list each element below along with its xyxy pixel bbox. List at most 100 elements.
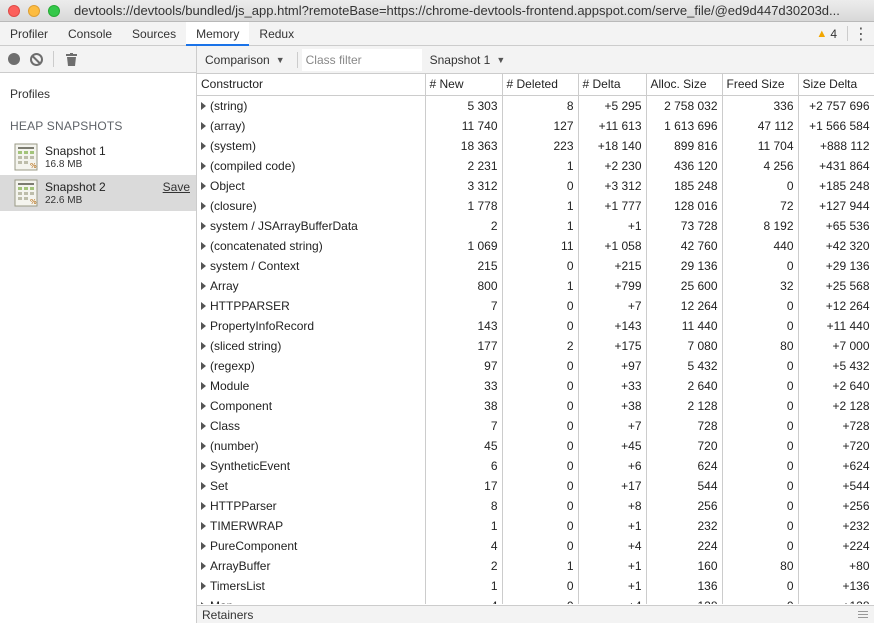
- expand-triangle-icon[interactable]: [201, 421, 206, 430]
- table-row[interactable]: TimersList 1 0 +1 136 0 +136: [197, 575, 874, 596]
- expand-triangle-icon[interactable]: [201, 581, 206, 590]
- tab-console[interactable]: Console: [58, 22, 122, 45]
- table-row[interactable]: HTTPPARSER 7 0 +7 12 264 0 +12 264: [197, 295, 874, 316]
- snapshot-item-selected[interactable]: % Snapshot 2 22.6 MB Save: [0, 175, 196, 211]
- expand-triangle-icon[interactable]: [201, 141, 206, 150]
- constructor-name: (sliced string): [210, 338, 282, 353]
- column-header-size-delta[interactable]: Size Delta: [798, 74, 874, 96]
- constructor-name: system / JSArrayBufferData: [210, 218, 358, 233]
- column-header-deleted[interactable]: # Deleted: [502, 74, 579, 96]
- column-header-delta[interactable]: # Delta: [578, 74, 647, 96]
- delta-cell: +8: [578, 495, 647, 516]
- expand-triangle-icon[interactable]: [201, 341, 206, 350]
- tab-memory[interactable]: Memory: [186, 22, 250, 46]
- base-snapshot-select[interactable]: Snapshot 1 ▼: [422, 53, 514, 67]
- table-row[interactable]: PureComponent 4 0 +4 224 0 +224: [197, 535, 874, 556]
- table-row[interactable]: system / JSArrayBufferData 2 1 +1 73 728 8 19…: [197, 215, 874, 236]
- constructor-name: Component: [210, 398, 273, 413]
- expand-triangle-icon[interactable]: [201, 301, 206, 310]
- close-window-button[interactable]: [8, 4, 20, 17]
- table-row[interactable]: Array 800 1 +799 25 600 32 +25 568: [197, 275, 874, 296]
- table-row[interactable]: system / Context 215 0 +215 29 136 0 +29 136: [197, 255, 874, 276]
- alloc-size-cell: 185 248: [646, 175, 723, 196]
- expand-triangle-icon[interactable]: [201, 521, 206, 530]
- expand-triangle-icon[interactable]: [201, 261, 206, 270]
- table-row[interactable]: SyntheticEvent 6 0 +6 624 0 +624: [197, 455, 874, 476]
- minimize-window-button[interactable]: [28, 4, 40, 17]
- table-row[interactable]: Object 3 312 0 +3 312 185 248 0 +185 248: [197, 175, 874, 196]
- expand-triangle-icon[interactable]: [201, 461, 206, 470]
- table-row[interactable]: Map40+41280+128: [197, 595, 874, 604]
- table-row[interactable]: ArrayBuffer 2 1 +1 160 80 +80: [197, 555, 874, 576]
- expand-triangle-icon[interactable]: [201, 361, 206, 370]
- table-row[interactable]: HTTPParser 8 0 +8 256 0 +256: [197, 495, 874, 516]
- save-snapshot-link[interactable]: Save: [163, 180, 190, 194]
- table-row[interactable]: (regexp) 97 0 +97 5 432 0 +5 432: [197, 355, 874, 376]
- table-row[interactable]: Class 7 0 +7 728 0 +728: [197, 415, 874, 436]
- zoom-window-button[interactable]: [48, 4, 60, 17]
- table-row[interactable]: PropertyInfoRecord 143 0 +143 11 440 0 +11 440: [197, 315, 874, 336]
- expand-triangle-icon[interactable]: [201, 561, 206, 570]
- view-mode-select[interactable]: Comparison ▼: [197, 53, 293, 67]
- expand-triangle-icon[interactable]: [201, 381, 206, 390]
- expand-triangle-icon[interactable]: [201, 121, 206, 130]
- table-row[interactable]: Module 33 0 +33 2 640 0 +2 640: [197, 375, 874, 396]
- profiles-toolbar: [0, 46, 196, 73]
- expand-triangle-icon[interactable]: [201, 501, 206, 510]
- table-row[interactable]: (closure) 1 778 1 +1 777 128 016 72 +127 944: [197, 195, 874, 216]
- constructor-cell: ArrayBuffer: [197, 555, 426, 576]
- constructor-cell: Array: [197, 275, 426, 296]
- class-filter-input[interactable]: [301, 48, 422, 71]
- column-header-constructor[interactable]: Constructor: [197, 74, 426, 96]
- resize-grip-icon[interactable]: [858, 611, 868, 618]
- column-header-alloc-size[interactable]: Alloc. Size: [646, 74, 723, 96]
- deleted-cell: 0: [502, 515, 579, 536]
- expand-triangle-icon[interactable]: [201, 181, 206, 190]
- constructor-cell: HTTPParser: [197, 495, 426, 516]
- column-header-freed-size[interactable]: Freed Size: [722, 74, 799, 96]
- retainers-panel-header[interactable]: Retainers: [197, 605, 874, 623]
- tab-redux[interactable]: Redux: [249, 22, 304, 45]
- alloc-size-cell: 2 128: [646, 395, 723, 416]
- table-row[interactable]: (string) 5 303 8 +5 295 2 758 032 336 +2 757 6…: [197, 95, 874, 116]
- expand-triangle-icon[interactable]: [201, 201, 206, 210]
- column-header-new[interactable]: # New: [425, 74, 503, 96]
- expand-triangle-icon[interactable]: [201, 241, 206, 250]
- tab-profiler[interactable]: Profiler: [0, 22, 58, 45]
- expand-triangle-icon[interactable]: [201, 161, 206, 170]
- delta-cell: +18 140: [578, 135, 647, 156]
- expand-triangle-icon[interactable]: [201, 401, 206, 410]
- table-row[interactable]: (system) 18 363 223 +18 140 899 816 11 704 +88…: [197, 135, 874, 156]
- table-row[interactable]: (concatenated string) 1 069 11 +1 058 42 760…: [197, 235, 874, 256]
- expand-triangle-icon[interactable]: [201, 321, 206, 330]
- constructor-name: (array): [210, 118, 246, 133]
- freed-size-cell: 0: [722, 435, 799, 456]
- new-cell: 11 740: [425, 115, 503, 136]
- expand-triangle-icon[interactable]: [201, 221, 206, 230]
- expand-triangle-icon[interactable]: [201, 441, 206, 450]
- expand-triangle-icon[interactable]: [201, 101, 206, 110]
- table-row[interactable]: (sliced string) 177 2 +175 7 080 80 +7 000: [197, 335, 874, 356]
- warnings-counter[interactable]: ▲ 4: [816, 22, 847, 45]
- deleted-cell: 1: [502, 275, 579, 296]
- table-row[interactable]: TIMERWRAP 1 0 +1 232 0 +232: [197, 515, 874, 536]
- more-options-icon[interactable]: ⋮: [848, 22, 874, 45]
- expand-triangle-icon[interactable]: [201, 541, 206, 550]
- tab-sources[interactable]: Sources: [122, 22, 186, 45]
- expand-triangle-icon[interactable]: [201, 481, 206, 490]
- expand-triangle-icon[interactable]: [201, 601, 206, 604]
- alloc-size-cell: 29 136: [646, 255, 723, 276]
- constructor-name: Class: [210, 418, 241, 433]
- record-icon[interactable]: [8, 53, 20, 65]
- deleted-cell: 0: [502, 535, 579, 556]
- table-row[interactable]: Set 17 0 +17 544 0 +544: [197, 475, 874, 496]
- table-row[interactable]: Component 38 0 +38 2 128 0 +2 128: [197, 395, 874, 416]
- clear-all-icon[interactable]: [30, 52, 43, 66]
- snapshot-item[interactable]: % Snapshot 1 16.8 MB: [0, 139, 196, 175]
- trash-icon[interactable]: [64, 52, 78, 66]
- new-cell: 4: [425, 595, 503, 604]
- expand-triangle-icon[interactable]: [201, 281, 206, 290]
- table-row[interactable]: (compiled code) 2 231 1 +2 230 436 120 4 256 +…: [197, 155, 874, 176]
- table-row[interactable]: (array) 11 740 127 +11 613 1 613 696 47 112 +1…: [197, 115, 874, 136]
- table-row[interactable]: (number) 45 0 +45 720 0 +720: [197, 435, 874, 456]
